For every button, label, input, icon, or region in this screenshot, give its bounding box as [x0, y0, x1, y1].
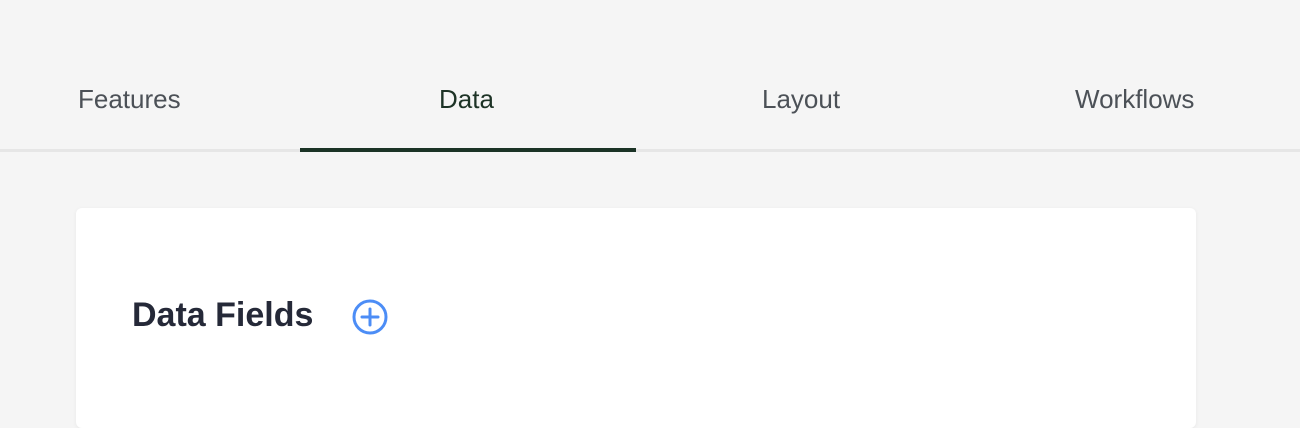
tab-layout[interactable]: Layout — [762, 84, 840, 124]
section-title: Data Fields — [132, 296, 314, 334]
tab-features[interactable]: Features — [78, 84, 181, 124]
data-fields-card: Data Fields — [76, 208, 1196, 428]
plus-circle-icon — [352, 299, 388, 335]
tab-workflows[interactable]: Workflows — [1075, 84, 1194, 124]
tab-data[interactable]: Data — [439, 84, 494, 124]
tab-bar: Features Data Layout Workflows — [0, 0, 1300, 152]
add-data-field-button[interactable] — [352, 299, 388, 335]
active-tab-indicator — [300, 148, 636, 152]
